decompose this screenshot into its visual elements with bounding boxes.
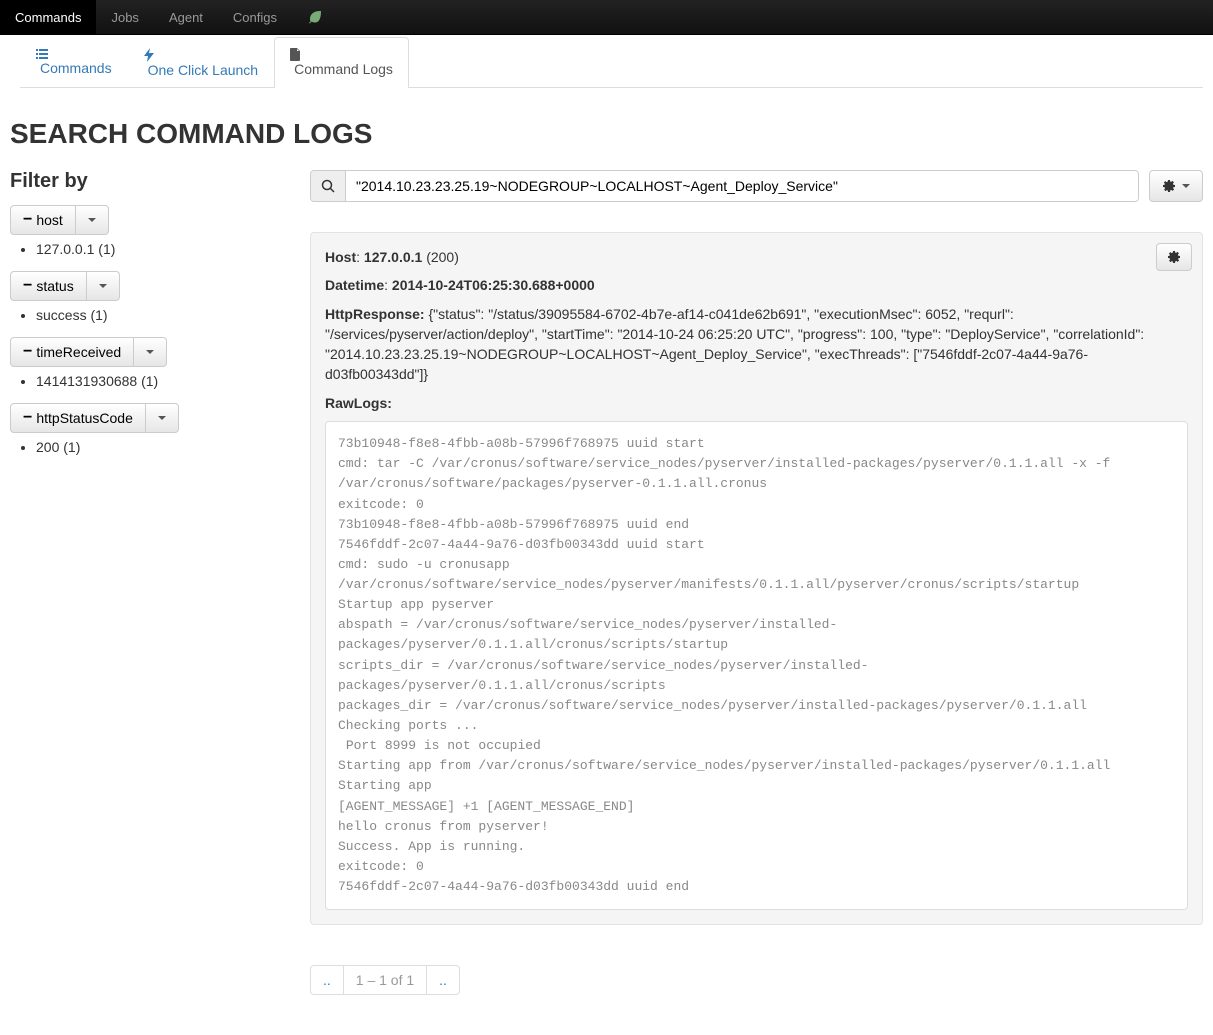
host-value: 127.0.0.1	[364, 249, 422, 265]
search-settings-button[interactable]	[1149, 170, 1203, 202]
filter-label: status	[36, 278, 73, 294]
result-rawlogs-label: RawLogs:	[325, 393, 1188, 413]
filter-timereceived-toggle[interactable]: −timeReceived	[10, 337, 134, 367]
search-box	[310, 170, 1139, 202]
filter-timereceived: −timeReceived	[10, 337, 167, 367]
sidebar: Filter by −host 127.0.0.1 (1) −status su…	[10, 170, 290, 1035]
filter-label: httpStatusCode	[36, 410, 133, 426]
filter-item[interactable]: 1414131930688 (1)	[36, 373, 290, 389]
chevron-down-icon	[158, 416, 166, 420]
gear-icon	[1162, 179, 1176, 193]
filter-status-dropdown[interactable]	[87, 271, 120, 301]
nav-configs[interactable]: Configs	[218, 0, 292, 34]
pagination-next[interactable]: ..	[427, 965, 460, 995]
rawlog-output: 73b10948-f8e8-4fbb-a08b-57996f768975 uui…	[325, 421, 1188, 910]
nav-leaf-icon[interactable]	[292, 0, 338, 34]
rawlogs-label: RawLogs:	[325, 395, 392, 411]
gear-icon	[1167, 250, 1181, 264]
list-icon	[36, 48, 112, 60]
httpresponse-label: HttpResponse:	[325, 306, 425, 322]
filter-heading: Filter by	[10, 170, 290, 193]
tab-label: One Click Launch	[148, 62, 259, 78]
filter-httpstatuscode: −httpStatusCode	[10, 403, 179, 433]
host-label: Host	[325, 249, 356, 265]
filter-timereceived-dropdown[interactable]	[134, 337, 167, 367]
filter-status: −status	[10, 271, 120, 301]
result-settings-button[interactable]	[1156, 243, 1192, 271]
filter-host-toggle[interactable]: −host	[10, 205, 76, 235]
nav-jobs[interactable]: Jobs	[96, 0, 153, 34]
filter-host-dropdown[interactable]	[76, 205, 109, 235]
filter-item[interactable]: 127.0.0.1 (1)	[36, 241, 290, 257]
bolt-icon	[144, 48, 259, 62]
tab-command-logs[interactable]: Command Logs	[274, 37, 409, 88]
filter-host-list: 127.0.0.1 (1)	[36, 241, 290, 257]
host-status: (200)	[426, 249, 459, 265]
pagination-prev[interactable]: ..	[310, 965, 344, 995]
search-input[interactable]	[346, 171, 1138, 201]
tab-label: Commands	[40, 60, 112, 76]
result-panel: Host: 127.0.0.1 (200) Datetime: 2014-10-…	[310, 232, 1203, 925]
main-content: Host: 127.0.0.1 (200) Datetime: 2014-10-…	[310, 170, 1203, 1035]
filter-httpstatuscode-toggle[interactable]: −httpStatusCode	[10, 403, 146, 433]
sub-tabs: Commands One Click Launch Command Logs	[20, 37, 1203, 88]
result-datetime-line: Datetime: 2014-10-24T06:25:30.688+0000	[325, 275, 1188, 295]
datetime-label: Datetime	[325, 277, 384, 293]
filter-status-list: success (1)	[36, 307, 290, 323]
tab-commands[interactable]: Commands	[20, 37, 128, 88]
nav-agent[interactable]: Agent	[154, 0, 218, 34]
httpresponse-value: {"status": "/status/39095584-6702-4b7e-a…	[325, 306, 1144, 383]
minus-icon: −	[23, 347, 32, 357]
top-navbar: Commands Jobs Agent Configs	[0, 0, 1213, 35]
result-host-line: Host: 127.0.0.1 (200)	[325, 247, 1188, 267]
minus-icon: −	[23, 215, 32, 225]
filter-status-toggle[interactable]: −status	[10, 271, 87, 301]
chevron-down-icon	[99, 284, 107, 288]
filter-timereceived-list: 1414131930688 (1)	[36, 373, 290, 389]
chevron-down-icon	[146, 350, 154, 354]
chevron-down-icon	[1182, 184, 1190, 188]
pagination: .. 1 – 1 of 1 ..	[310, 965, 460, 995]
tab-one-click-launch[interactable]: One Click Launch	[128, 37, 275, 88]
filter-label: host	[36, 212, 62, 228]
page-title: SEARCH COMMAND LOGS	[10, 118, 1203, 150]
minus-icon: −	[23, 281, 32, 291]
search-row	[310, 170, 1203, 202]
pagination-status: 1 – 1 of 1	[344, 965, 427, 995]
filter-item[interactable]: success (1)	[36, 307, 290, 323]
filter-httpstatuscode-dropdown[interactable]	[146, 403, 179, 433]
chevron-down-icon	[88, 218, 96, 222]
search-icon	[311, 171, 346, 201]
filter-host: −host	[10, 205, 109, 235]
datetime-value: 2014-10-24T06:25:30.688+0000	[392, 277, 595, 293]
file-icon	[290, 48, 393, 61]
minus-icon: −	[23, 413, 32, 423]
nav-commands[interactable]: Commands	[0, 0, 96, 34]
result-httpresponse-line: HttpResponse: {"status": "/status/390955…	[325, 304, 1188, 385]
filter-label: timeReceived	[36, 344, 121, 360]
filter-item[interactable]: 200 (1)	[36, 439, 290, 455]
tab-label: Command Logs	[294, 61, 393, 77]
filter-httpstatuscode-list: 200 (1)	[36, 439, 290, 455]
